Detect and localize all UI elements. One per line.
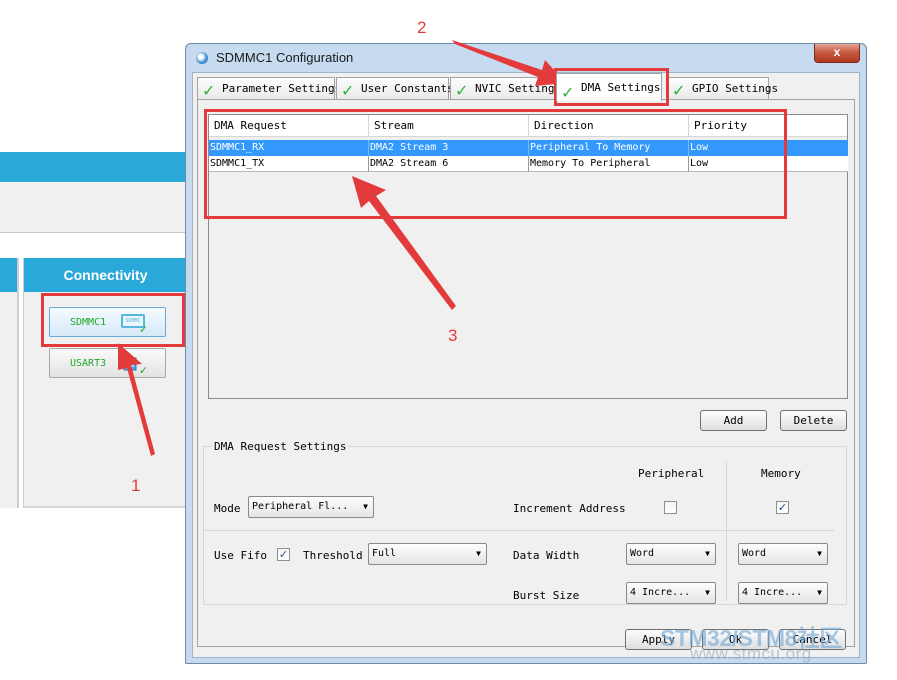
peripheral-label: USART3 bbox=[70, 357, 107, 369]
app-header-band bbox=[0, 152, 187, 182]
tab-user-constants[interactable]: ✓ User Constants bbox=[336, 77, 454, 100]
close-button[interactable]: x bbox=[814, 44, 860, 63]
app-icon bbox=[196, 52, 208, 64]
row-divider bbox=[204, 530, 834, 531]
connectivity-header: Connectivity bbox=[24, 258, 187, 292]
app-toolbar-area bbox=[0, 183, 187, 233]
threshold-value: Full bbox=[372, 548, 397, 559]
burst-size-memory-value: 4 Incre... bbox=[742, 587, 803, 598]
annotation-label-2: 2 bbox=[417, 18, 427, 37]
dialog-titlebar[interactable]: SDMMC1 Configuration x bbox=[186, 44, 866, 72]
use-fifo-checkbox[interactable]: ✓ bbox=[277, 548, 290, 561]
burst-size-label: Burst Size bbox=[513, 589, 580, 602]
increment-address-label: Increment Address bbox=[513, 502, 626, 515]
memory-column-header: Memory bbox=[761, 467, 801, 480]
data-width-peripheral-select[interactable]: Word ▼ bbox=[626, 543, 716, 565]
tab-label: Parameter Settings bbox=[222, 82, 342, 95]
annotation-box-sdmmc1 bbox=[41, 293, 185, 347]
add-button[interactable]: Add bbox=[700, 410, 767, 431]
annotation-label-1: 1 bbox=[131, 476, 141, 495]
delete-button[interactable]: Delete bbox=[780, 410, 847, 431]
increment-memory-checkbox[interactable]: ✓ bbox=[776, 501, 789, 514]
tab-label: NVIC Settings bbox=[475, 82, 562, 95]
chevron-down-icon: ▼ bbox=[476, 549, 481, 558]
chevron-down-icon: ▼ bbox=[817, 588, 822, 597]
mode-select[interactable]: Peripheral Fl... ▼ bbox=[248, 496, 374, 518]
chevron-down-icon: ▼ bbox=[363, 502, 368, 511]
peripheral-column-header: Peripheral bbox=[638, 467, 705, 480]
tab-parameter-settings[interactable]: ✓ Parameter Settings bbox=[197, 77, 341, 100]
category-panel-header bbox=[0, 258, 17, 292]
data-width-label: Data Width bbox=[513, 549, 580, 562]
chevron-down-icon: ▼ bbox=[705, 549, 710, 558]
burst-size-peripheral-value: 4 Incre... bbox=[630, 587, 691, 598]
tab-label: DMA Settings bbox=[581, 81, 661, 94]
watermark-url: www.stmcu.org bbox=[690, 644, 812, 663]
dma-request-settings-group: DMA Request Settings Peripheral Memory M… bbox=[203, 440, 847, 605]
data-width-memory-select[interactable]: Word ▼ bbox=[738, 543, 828, 565]
category-panel-partial bbox=[0, 258, 19, 508]
chevron-down-icon: ▼ bbox=[817, 549, 822, 558]
tab-nvic-settings[interactable]: ✓ NVIC Settings bbox=[450, 77, 561, 100]
peripheral-button-usart3[interactable]: USART3 ✓ bbox=[49, 348, 166, 378]
annotation-box-dma-table bbox=[204, 109, 787, 219]
threshold-label: Threshold bbox=[303, 549, 363, 562]
data-width-memory-value: Word bbox=[742, 548, 767, 559]
burst-size-peripheral-select[interactable]: 4 Incre... ▼ bbox=[626, 582, 716, 604]
increment-peripheral-checkbox[interactable] bbox=[664, 501, 677, 514]
tab-label: GPIO Settings bbox=[692, 82, 779, 95]
dialog-title: SDMMC1 Configuration bbox=[216, 50, 354, 65]
column-divider bbox=[726, 461, 727, 601]
group-title: DMA Request Settings bbox=[212, 440, 349, 453]
uart-icon bbox=[123, 357, 137, 371]
tab-dma-settings[interactable]: ✓ DMA Settings bbox=[556, 73, 662, 102]
burst-size-memory-select[interactable]: 4 Incre... ▼ bbox=[738, 582, 828, 604]
mode-label: Mode bbox=[214, 502, 241, 515]
data-width-peripheral-value: Word bbox=[630, 548, 655, 559]
tab-gpio-settings[interactable]: ✓ GPIO Settings bbox=[667, 77, 778, 100]
check-icon: ✓ bbox=[561, 83, 575, 102]
chevron-down-icon: ▼ bbox=[705, 588, 710, 597]
use-fifo-label: Use Fifo bbox=[214, 549, 267, 562]
mode-value: Peripheral Fl... bbox=[252, 501, 349, 512]
tab-label: User Constants bbox=[361, 82, 454, 95]
check-icon: ✓ bbox=[139, 363, 147, 377]
annotation-label-3: 3 bbox=[448, 326, 458, 345]
threshold-select[interactable]: Full ▼ bbox=[368, 543, 487, 565]
